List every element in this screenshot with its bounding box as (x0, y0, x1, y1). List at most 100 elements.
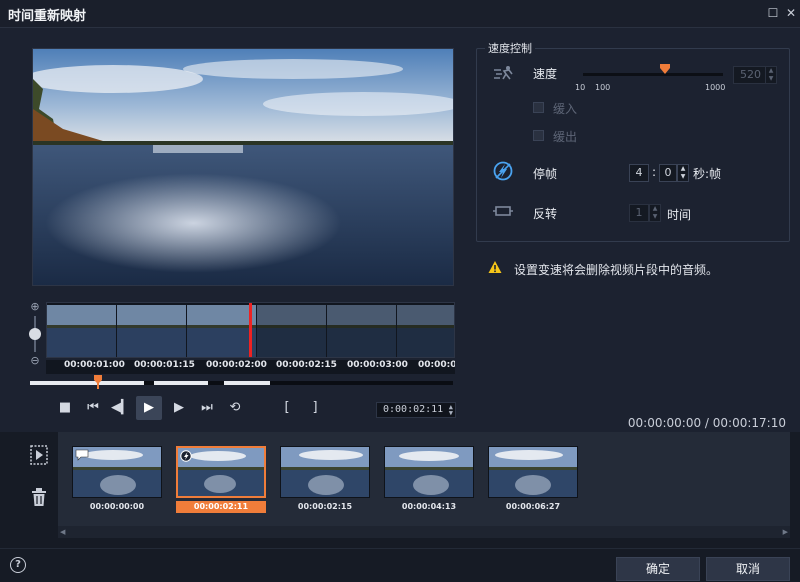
video-preview (32, 48, 454, 286)
scrub-segment (154, 381, 208, 385)
loop-button[interactable]: ⟲ (222, 396, 248, 420)
filmstrip[interactable] (46, 302, 455, 358)
speed-spin-icon[interactable]: ▲ ▼ (765, 66, 777, 84)
speed-value: 520 (740, 68, 761, 81)
filmstrip-frame (327, 305, 397, 357)
ok-button[interactable]: 确定 (616, 557, 700, 581)
freeze-frame-icon (180, 450, 192, 462)
scrub-segment (30, 381, 144, 385)
speed-slider[interactable] (583, 73, 723, 76)
scroll-left-icon[interactable]: ◀ (60, 526, 65, 538)
freeze-frames-input[interactable]: 0 (659, 164, 677, 182)
speed-tick-max: 1000 (705, 83, 726, 92)
timecode-value: 0:00:02:11 (383, 404, 444, 415)
freeze-seconds-value: 4 (635, 166, 643, 179)
clip-thumbnail[interactable] (72, 446, 162, 498)
clip-thumbnail[interactable] (280, 446, 370, 498)
warning-text: 设置变速将会删除视频片段中的音频。 (514, 263, 719, 277)
scrub-marker-icon[interactable] (94, 375, 102, 389)
timecode-label: 00:00:0 (418, 360, 455, 370)
clip-time: 00:00:04:13 (401, 502, 457, 511)
go-to-end-button[interactable]: ⏭ (194, 396, 220, 420)
scroll-right-icon[interactable]: ▶ (783, 526, 788, 538)
audio-warning: 设置变速将会删除视频片段中的音频。 (488, 260, 788, 278)
zoom-in-icon[interactable]: ⊕ (28, 300, 42, 314)
reverse-spin-icon[interactable]: ▲ ▼ (649, 204, 661, 222)
clip-time: 00:00:00:00 (89, 502, 145, 511)
reverse-label: 反转 (533, 207, 558, 221)
window-title: 时间重新映射 (8, 9, 87, 24)
play-button[interactable]: ▶ (136, 396, 162, 420)
freeze-spin-icon[interactable]: ▲ ▼ (677, 164, 689, 182)
preview-panel: ⊕ ⊖ 00:00:01:00 00:00:01:15 00:00:02:00 … (28, 44, 458, 429)
ease-in-checkbox[interactable] (533, 102, 544, 113)
clip-time: 00:00:02:15 (297, 502, 353, 511)
split-clip-icon[interactable] (28, 444, 50, 466)
lake-preview-image (33, 49, 453, 285)
clips-area: 00:00:00:00 00:00:02:11 00:00:02:15 00:0… (0, 432, 800, 548)
zoom-knob[interactable] (29, 328, 41, 340)
maximize-icon[interactable]: ☐ (766, 6, 780, 20)
close-icon[interactable]: ✕ (784, 6, 798, 20)
clip-time: 00:00:06:27 (505, 502, 561, 511)
speed-control-legend: 速度控制 (485, 40, 535, 56)
speed-slider-thumb-icon[interactable] (660, 64, 670, 74)
zoom-out-icon[interactable]: ⊖ (28, 354, 42, 368)
clip-strip: 00:00:00:00 00:00:02:11 00:00:02:15 00:0… (58, 432, 790, 526)
reverse-icon (493, 206, 513, 216)
step-forward-button[interactable]: ▶ (166, 396, 192, 420)
clip-thumbnail[interactable] (488, 446, 578, 498)
ease-out-checkbox[interactable] (533, 130, 544, 141)
reverse-count-value: 1 (635, 206, 643, 219)
speed-icon (494, 66, 513, 80)
timecode-label: 00:00:01:15 (134, 360, 195, 370)
warning-icon (488, 261, 502, 273)
mark-in-button[interactable]: [ (274, 396, 300, 420)
freeze-unit: 秒:帧 (693, 167, 722, 181)
clip-time-selected: 00:00:02:11 (176, 501, 266, 513)
trash-icon[interactable] (28, 486, 50, 508)
freeze-colon: : (652, 165, 657, 179)
speed-tick-mid: 100 (595, 83, 611, 92)
dialog-footer: ? 确定 取消 (0, 548, 800, 582)
step-back-button[interactable]: ◀▎ (108, 396, 134, 420)
speed-control-group: 速度控制 速度 10 100 1000 520 ▲ ▼ 缓入 缓出 停帧 4 : … (476, 40, 790, 242)
reverse-count-input[interactable]: 1 (629, 204, 649, 222)
timecode-spin-icon[interactable]: ▲ ▼ (449, 404, 453, 417)
ease-out-label: 缓出 (553, 130, 578, 144)
timecode-label: 00:00:02:00 (206, 360, 267, 370)
timecode-label: 00:00:01:00 (64, 360, 125, 370)
timecode-label: 00:00:02:15 (276, 360, 337, 370)
filmstrip-frame (257, 305, 327, 357)
clip-scrollbar[interactable]: ◀ ▶ (58, 526, 790, 538)
freeze-seconds-input[interactable]: 4 (629, 164, 649, 182)
mark-out-button[interactable]: ] (302, 396, 328, 420)
speed-tick-min: 10 (575, 83, 586, 92)
filmstrip-frame (187, 305, 257, 357)
timecode-label: 00:00:03:00 (347, 360, 408, 370)
freeze-frames-value: 0 (664, 166, 672, 179)
freeze-frame-icon (493, 161, 513, 181)
cancel-button[interactable]: 取消 (706, 557, 790, 581)
scrub-bar[interactable] (30, 375, 453, 389)
clip-thumbnail[interactable] (384, 446, 474, 498)
timecode-input[interactable]: 0:00:02:11 ▲ ▼ (376, 402, 456, 418)
reverse-unit: 时间 (667, 208, 692, 222)
title-bar: 时间重新映射 ☐ ✕ (0, 0, 800, 28)
go-to-start-button[interactable]: ⏮ (80, 396, 106, 420)
clip-thumbnail-selected[interactable] (176, 446, 266, 498)
freeze-label: 停帧 (533, 167, 558, 181)
speed-label: 速度 (533, 67, 558, 81)
filmstrip-timecodes: 00:00:01:00 00:00:01:15 00:00:02:00 00:0… (46, 360, 455, 374)
ease-in-label: 缓入 (553, 102, 578, 116)
filmstrip-frame (117, 305, 187, 357)
help-icon[interactable]: ? (10, 557, 26, 573)
playhead[interactable] (249, 303, 252, 357)
filmstrip-frame (47, 305, 117, 357)
zoom-control: ⊕ ⊖ (28, 300, 44, 368)
stop-button[interactable]: ■ (52, 396, 78, 420)
filmstrip-frame (397, 305, 454, 357)
scrub-segment (224, 381, 270, 385)
comment-icon (75, 449, 89, 461)
total-time: 00:00:00:00 / 00:00:17:10 (627, 416, 786, 430)
